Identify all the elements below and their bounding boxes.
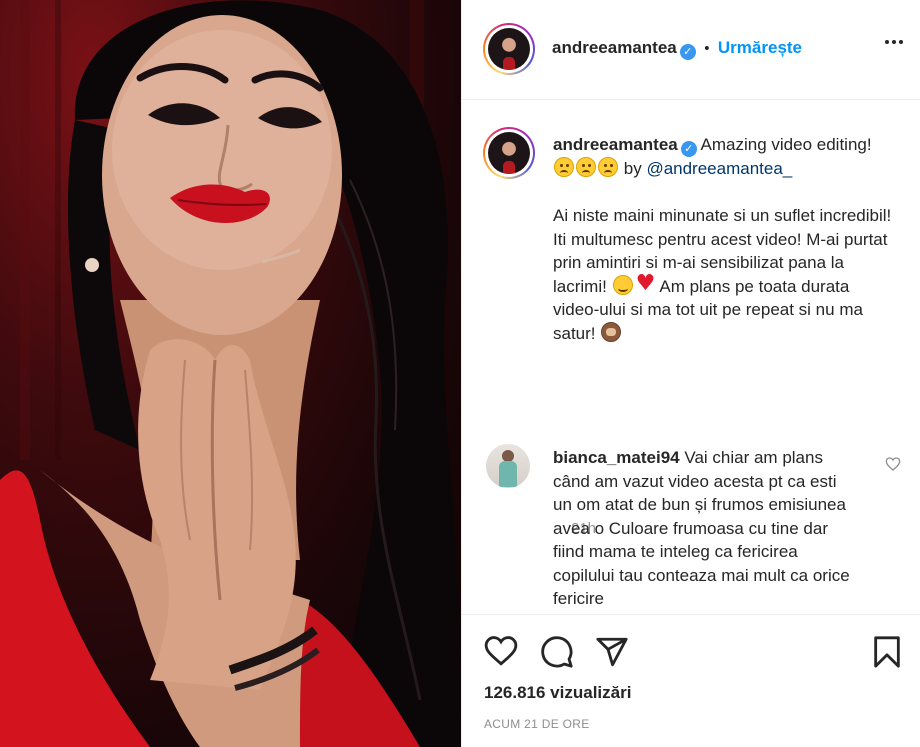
comment-username[interactable]: bianca_matei94 — [553, 448, 680, 467]
header-author-line: andreeamantea ✓ • Urmărește — [552, 38, 802, 60]
caption-username[interactable]: andreeamantea — [553, 135, 678, 154]
verified-badge-icon: ✓ — [680, 141, 697, 157]
comment-like-heart-icon[interactable] — [885, 456, 901, 477]
caption-by: by — [623, 159, 642, 178]
post-header: andreeamantea ✓ • Urmărește — [462, 0, 920, 100]
post-media[interactable] — [0, 0, 461, 747]
sad-face-emoji-icon — [598, 157, 618, 177]
caption-avatar[interactable] — [483, 127, 535, 179]
posted-timestamp[interactable]: ACUM 21 DE ORE — [484, 717, 590, 731]
sad-face-emoji-icon — [576, 157, 596, 177]
verified-badge-icon: ✓ — [679, 44, 696, 60]
commenter-avatar[interactable] — [486, 444, 530, 488]
views-count[interactable]: 126.816 vizualizări — [484, 683, 631, 703]
author-avatar[interactable] — [483, 23, 535, 75]
comment-text-block: bianca_matei94 Vai chiar am plans când a… — [553, 446, 853, 611]
caption-text: andreeamantea ✓ Amazing video editing! by… — [553, 133, 898, 345]
header-username[interactable]: andreeamantea — [552, 38, 677, 57]
hugging-face-emoji-icon — [612, 274, 633, 295]
comment-icon[interactable] — [540, 635, 574, 674]
comment-text: Vai chiar am plans când am vazut video a… — [553, 448, 850, 608]
share-icon[interactable] — [595, 635, 629, 674]
post-details-panel: andreeamantea ✓ • Urmărește andreeamantea… — [461, 0, 920, 747]
heart-icon[interactable] — [484, 635, 518, 672]
red-heart-emoji-icon — [635, 274, 656, 295]
caption-line-1: Amazing video editing! — [700, 135, 872, 154]
bookmark-icon[interactable] — [872, 635, 902, 674]
post-actions-bar: 126.816 vizualizări ACUM 21 DE ORE — [462, 614, 920, 747]
separator-dot: • — [704, 40, 710, 57]
more-options-icon[interactable] — [885, 40, 903, 44]
caption-mention-link[interactable]: @andreeamantea_ — [646, 159, 792, 178]
post-image — [0, 0, 461, 747]
sad-face-emoji-icon — [554, 157, 574, 177]
see-no-evil-monkey-emoji-icon — [601, 321, 622, 342]
follow-button[interactable]: Urmărește — [718, 38, 802, 57]
